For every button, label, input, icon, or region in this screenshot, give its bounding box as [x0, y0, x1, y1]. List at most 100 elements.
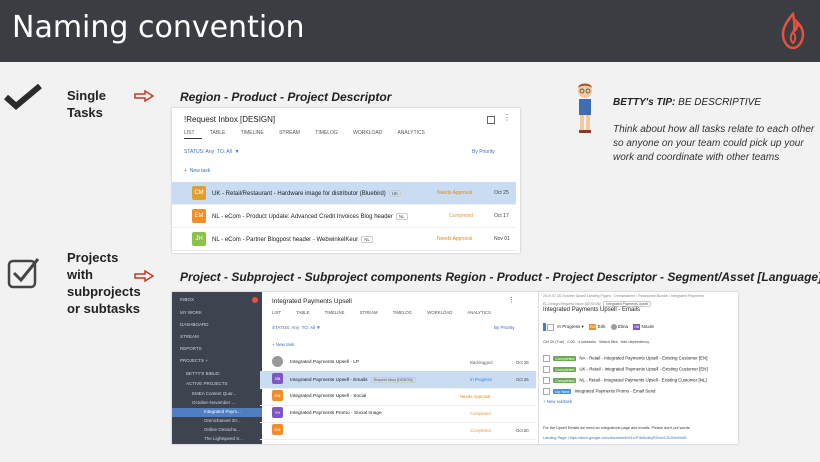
detail-toolbar: Oct 20 (Tue) 0.00 4 subtasks Watch files…	[543, 340, 649, 344]
tab-stream[interactable]: STREAM	[279, 130, 300, 136]
status-badge: Needs Approval	[437, 190, 473, 196]
tab-table[interactable]: TABLE	[296, 310, 309, 315]
sidebar-item-my-work[interactable]: MY WORK	[180, 310, 270, 315]
sidebar: INBOX MY WORK DASHBOARD STREAM REPORTS P…	[172, 292, 262, 444]
page-title: Naming convention	[12, 10, 305, 45]
folder-icon[interactable]	[487, 116, 495, 124]
tab-list[interactable]: LIST	[184, 130, 195, 136]
tip-title: BETTY's TIP: BE DESCRIPTIVE	[613, 97, 761, 108]
status-badge: In Progress	[470, 377, 492, 382]
subtask-item[interactable]: Completed NL - Retail - Integrated Paymen…	[543, 377, 738, 388]
status-badge: Completed	[470, 411, 491, 416]
task-title: NL - eCom - Partner Blogpost header - We…	[212, 236, 373, 243]
status-badge: Needs Approval	[437, 236, 473, 242]
due-date: Oct 25	[494, 190, 509, 196]
avatar: EM	[192, 209, 206, 223]
avatar: YH	[272, 407, 283, 418]
due-date: Oct 17	[494, 213, 509, 219]
projects-heading: Project - Subproject - Subproject compon…	[180, 270, 820, 284]
status-filter[interactable]: STATUS: Any TO: All ▼	[184, 149, 240, 155]
status-badge: Completed	[449, 213, 474, 219]
table-row[interactable]: NB Integrated Payments Upsell - Emails Re…	[260, 371, 536, 389]
more-icon[interactable]: ⋮	[508, 296, 515, 304]
pane-divider	[538, 292, 539, 444]
detail-status-bar: In Progress ▾ EM Erik Elina NB Nicole	[543, 323, 654, 331]
tab-timelog[interactable]: TIMELOG	[315, 130, 338, 136]
sidebar-item-stream[interactable]: STREAM	[180, 334, 270, 339]
tab-timeline[interactable]: TIMELINE	[325, 310, 345, 315]
table-row[interactable]: EM Completed Oct 20	[260, 422, 536, 440]
status-badge: Backlogged	[470, 360, 493, 365]
betty-avatar-icon	[578, 83, 592, 133]
task-title: UK - Retail/Restaurant - Hardware image …	[212, 190, 401, 197]
avatar: JH	[192, 232, 206, 246]
notification-badge	[252, 297, 258, 303]
new-task-button[interactable]: + New task	[184, 168, 210, 174]
task-title: Integrated Payments Upsell - LP	[290, 360, 360, 365]
watch-files-button[interactable]: Watch files	[599, 340, 617, 344]
more-icon[interactable]: ⋮	[503, 113, 511, 122]
table-row[interactable]: EM Integrated Payments Upsell - Social N…	[260, 388, 536, 406]
checkmark-icon	[4, 84, 42, 110]
request-inbox-panel: !Request Inbox [DESIGN] ⋮ LIST TABLE TIM…	[172, 108, 520, 253]
avatar: NB	[633, 324, 641, 331]
inbox-title: !Request Inbox [DESIGN]	[184, 115, 276, 124]
tab-workload[interactable]: WORKLOAD	[353, 130, 382, 136]
new-subtask-button[interactable]: + New subtask	[543, 399, 738, 410]
due-date: Oct 28	[516, 360, 529, 365]
due-date: Nov 01	[494, 236, 510, 242]
tab-workload[interactable]: WORKLOAD	[427, 310, 452, 315]
time-button[interactable]: 0.00	[567, 340, 574, 344]
tip-body: Think about how all tasks relate to each…	[613, 124, 815, 163]
avatar: EM	[589, 324, 597, 331]
subtask-item[interactable]: Up Next Integrated Payments Promo - Email…	[543, 388, 738, 399]
table-row[interactable]: CM UK - Retail/Restaurant - Hardware ima…	[172, 182, 516, 205]
avatar: CM	[192, 186, 206, 200]
add-dependency-button[interactable]: Add dependency	[621, 340, 650, 344]
status-badge: Needs Approval	[460, 394, 491, 399]
inbox-tabs: LIST TABLE TIMELINE STREAM TIMELOG WORKL…	[184, 130, 439, 136]
status-filter[interactable]: STATUS: Any TO: All ▼	[272, 325, 321, 330]
sidebar-item-projects[interactable]: PROJECTS +	[180, 358, 270, 363]
arrow-right-icon	[134, 90, 154, 102]
sidebar-item-dashboard[interactable]: DASHBOARD	[180, 322, 270, 327]
header-bar: Naming convention	[0, 0, 820, 62]
table-row[interactable]: JH NL - eCom - Partner Blogpost header -…	[172, 228, 516, 251]
tab-list[interactable]: LIST	[272, 310, 281, 315]
status-badge: Completed	[470, 428, 491, 433]
breadcrumb[interactable]: 2019.07.16 October Upsell Landing Pages …	[543, 294, 737, 298]
tab-timeline[interactable]: TIMELINE	[241, 130, 264, 136]
tab-table[interactable]: TABLE	[210, 130, 225, 136]
tab-stream[interactable]: STREAM	[360, 310, 378, 315]
task-title: Integrated Payments Upsell - Social	[290, 394, 367, 399]
landing-page-link[interactable]: Landing Page: https://docs.google.com/do…	[543, 436, 735, 440]
avatar	[610, 324, 617, 330]
subtask-item[interactable]: Completed NA - Retail - Integrated Paymen…	[543, 355, 738, 366]
new-task-button[interactable]: + New task	[272, 342, 294, 347]
avatar	[272, 356, 283, 367]
avatar: EM	[272, 390, 283, 401]
table-row[interactable]: Integrated Payments Upsell - LP Backlogg…	[260, 354, 536, 372]
table-row[interactable]: EM NL - eCom - Product Update: Advanced …	[172, 205, 516, 228]
tab-timelog[interactable]: TIMELOG	[393, 310, 412, 315]
due-date: Oct 26	[516, 377, 529, 382]
priority-sort[interactable]: By Priority	[472, 149, 495, 155]
single-tasks-label: Single Tasks	[67, 88, 107, 120]
priority-sort[interactable]: By Priority	[494, 325, 515, 330]
detail-title: Integrated Payments Upsell - Emails	[543, 307, 641, 313]
tab-underline	[184, 138, 202, 139]
task-title: Integrated Payments Promo - Social Image	[290, 411, 382, 416]
due-date-button[interactable]: Oct 20 (Tue)	[543, 340, 564, 344]
sidebar-item-reports[interactable]: REPORTS	[180, 346, 270, 351]
tab-analytics[interactable]: ANALYTICS	[467, 310, 491, 315]
task-title: NL - eCom - Product Update: Advanced Cre…	[212, 213, 408, 220]
flame-logo-icon	[781, 12, 805, 50]
projects-label: Projects with subprojects or subtasks	[67, 250, 141, 316]
subtasks-button[interactable]: 4 subtasks	[578, 340, 596, 344]
tab-analytics[interactable]: ANALYTICS	[397, 130, 424, 136]
project-title: Integrated Payments Upsell	[272, 298, 352, 305]
subtask-item[interactable]: Completed UK - Retail - Integrated Paymen…	[543, 366, 738, 377]
project-tabs: LIST TABLE TIMELINE STREAM TIMELOG WORKL…	[272, 310, 505, 315]
status-dropdown[interactable]: In Progress	[557, 324, 580, 329]
table-row[interactable]: YH Integrated Payments Promo - Social Im…	[260, 405, 536, 423]
